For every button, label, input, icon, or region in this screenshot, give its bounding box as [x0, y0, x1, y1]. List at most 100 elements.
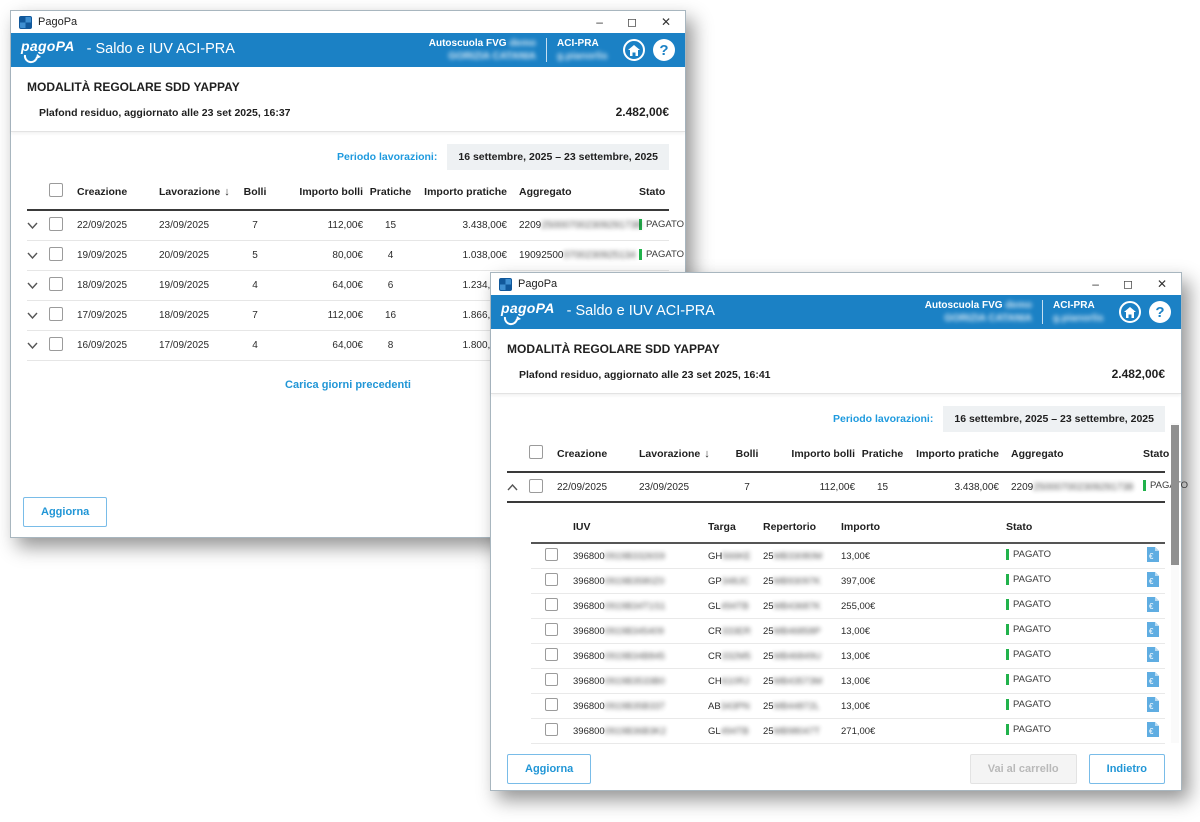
- col-pratiche[interactable]: Pratiche: [855, 448, 910, 460]
- app-header: pagoPA - Saldo e IUV ACI-PRA Autoscuola …: [491, 295, 1181, 329]
- iuv-detail-table: IUV Targa Repertorio Importo Stato 39680…: [531, 507, 1165, 744]
- expand-chevron-icon[interactable]: [27, 252, 49, 259]
- help-button[interactable]: ?: [653, 39, 675, 61]
- iuv-row: 3968000919B35B337 AB343PN 25MB44872L 13,…: [531, 694, 1165, 719]
- home-button[interactable]: [1119, 301, 1141, 323]
- col-stato[interactable]: Stato: [1129, 448, 1169, 460]
- aggiorna-button[interactable]: Aggiorna: [23, 497, 107, 527]
- periodo-label: Periodo lavorazioni:: [337, 151, 437, 163]
- cell-importo-bolli: 112,00€: [277, 310, 363, 321]
- cell-bolli: 4: [233, 280, 277, 291]
- periodo-range[interactable]: 16 settembre, 2025 – 23 settembre, 2025: [447, 144, 669, 170]
- cell-pratiche: 16: [363, 310, 418, 321]
- cell-pratiche: 15: [855, 482, 910, 493]
- plafond-panel: MODALITÀ REGOLARE SDD YAPPAY Plafond res…: [491, 329, 1181, 394]
- iuv-checkbox[interactable]: [545, 698, 558, 711]
- status-badge: PAGATO: [1006, 574, 1051, 585]
- cell-importo: 255,00€: [841, 601, 1006, 612]
- minimize-button[interactable]: –: [1092, 278, 1099, 290]
- receipt-document-button[interactable]: €: [1129, 647, 1165, 665]
- user-redacted: g.pianorlis: [1053, 313, 1104, 324]
- aggiorna-button[interactable]: Aggiorna: [507, 754, 591, 784]
- home-button[interactable]: [623, 39, 645, 61]
- close-button[interactable]: ✕: [661, 16, 671, 28]
- maximize-button[interactable]: ◻: [627, 16, 637, 28]
- row-checkbox[interactable]: [49, 337, 63, 351]
- periodo-range[interactable]: 16 settembre, 2025 – 23 settembre, 2025: [943, 406, 1165, 432]
- expand-chevron-icon[interactable]: [27, 282, 49, 289]
- receipt-document-button[interactable]: €: [1129, 672, 1165, 690]
- load-previous-days-link[interactable]: Carica giorni precedenti: [285, 379, 411, 391]
- iuv-checkbox[interactable]: [545, 648, 558, 661]
- iuv-checkbox[interactable]: [545, 573, 558, 586]
- col-pratiche[interactable]: Pratiche: [363, 186, 418, 198]
- select-all-checkbox[interactable]: [49, 183, 63, 197]
- cell-importo: 13,00€: [841, 651, 1006, 662]
- iuv-checkbox[interactable]: [545, 623, 558, 636]
- iuv-checkbox[interactable]: [545, 548, 558, 561]
- cell-creazione: 19/09/2025: [77, 250, 159, 261]
- col-lavorazione[interactable]: Lavorazione↓: [159, 186, 233, 198]
- receipt-document-button[interactable]: €: [1129, 597, 1165, 615]
- maximize-button[interactable]: ◻: [1123, 278, 1133, 290]
- svg-text:€: €: [1149, 652, 1154, 661]
- help-button[interactable]: ?: [1149, 301, 1171, 323]
- col-importo-pratiche[interactable]: Importo pratiche: [910, 448, 999, 460]
- iuv-row: 3968000919B34T1S1 GL494TB 25MB43687K 255…: [531, 594, 1165, 619]
- svg-text:€: €: [1149, 552, 1154, 561]
- cell-iuv: 3968000919B3580Z0: [573, 576, 708, 587]
- col-bolli[interactable]: Bolli: [725, 448, 769, 460]
- col-creazione[interactable]: Creazione: [77, 186, 159, 198]
- svg-text:€: €: [1149, 627, 1154, 636]
- titlebar[interactable]: PagoPa – ◻ ✕: [11, 11, 685, 33]
- close-button[interactable]: ✕: [1157, 278, 1167, 290]
- logo-arrow-icon: [23, 54, 41, 64]
- iuv-checkbox[interactable]: [545, 673, 558, 686]
- row-checkbox[interactable]: [49, 247, 63, 261]
- col-aggregato[interactable]: Aggregato: [507, 186, 625, 198]
- receipt-document-button[interactable]: €: [1129, 722, 1165, 740]
- cell-bolli: 4: [233, 340, 277, 351]
- col-aggregato[interactable]: Aggregato: [999, 448, 1129, 460]
- iuv-checkbox[interactable]: [545, 723, 558, 736]
- vai-al-carrello-button[interactable]: Vai al carrello: [970, 754, 1077, 784]
- row-checkbox[interactable]: [49, 277, 63, 291]
- header-divider: [546, 38, 547, 62]
- cell-importo-pratiche: 1.038,00€: [418, 250, 507, 261]
- indietro-button[interactable]: Indietro: [1089, 754, 1165, 784]
- receipt-document-button[interactable]: €: [1129, 547, 1165, 565]
- row-checkbox[interactable]: [49, 217, 63, 231]
- col-importo-bolli[interactable]: Importo bolli: [277, 186, 363, 198]
- col-creazione[interactable]: Creazione: [557, 448, 639, 460]
- cell-importo: 13,00€: [841, 676, 1006, 687]
- cell-importo: 271,00€: [841, 726, 1006, 737]
- receipt-document-button[interactable]: €: [1129, 697, 1165, 715]
- status-badge: PAGATO: [1006, 649, 1051, 660]
- cell-repertorio: 25MB44872L: [763, 701, 841, 712]
- row-checkbox[interactable]: [529, 479, 543, 493]
- plafond-title: MODALITÀ REGOLARE SDD YAPPAY: [27, 80, 669, 94]
- collapse-chevron-icon[interactable]: [507, 484, 529, 491]
- col-importo-bolli[interactable]: Importo bolli: [769, 448, 855, 460]
- status-badge: PAGATO: [1006, 549, 1051, 560]
- col-importo-pratiche[interactable]: Importo pratiche: [418, 186, 507, 198]
- titlebar[interactable]: PagoPa – ◻ ✕: [491, 273, 1181, 295]
- select-all-checkbox[interactable]: [529, 445, 543, 459]
- col-stato[interactable]: Stato: [625, 186, 669, 198]
- scrollbar-thumb[interactable]: [1171, 425, 1179, 565]
- cell-repertorio: 25MB33080M: [763, 551, 841, 562]
- plafond-label: Plafond residuo, aggiornato alle 23 set …: [39, 107, 291, 119]
- expand-chevron-icon[interactable]: [27, 312, 49, 319]
- row-checkbox[interactable]: [49, 307, 63, 321]
- expand-chevron-icon[interactable]: [27, 222, 49, 229]
- receipt-document-button[interactable]: €: [1129, 572, 1165, 590]
- cell-lavorazione: 23/09/2025: [639, 482, 725, 493]
- col-lavorazione[interactable]: Lavorazione↓: [639, 448, 725, 460]
- cell-pratiche: 15: [363, 220, 418, 231]
- col-bolli[interactable]: Bolli: [233, 186, 277, 198]
- iuv-checkbox[interactable]: [545, 598, 558, 611]
- cell-importo-pratiche: 3.438,00€: [418, 220, 507, 231]
- minimize-button[interactable]: –: [596, 16, 603, 28]
- expand-chevron-icon[interactable]: [27, 342, 49, 349]
- receipt-document-button[interactable]: €: [1129, 622, 1165, 640]
